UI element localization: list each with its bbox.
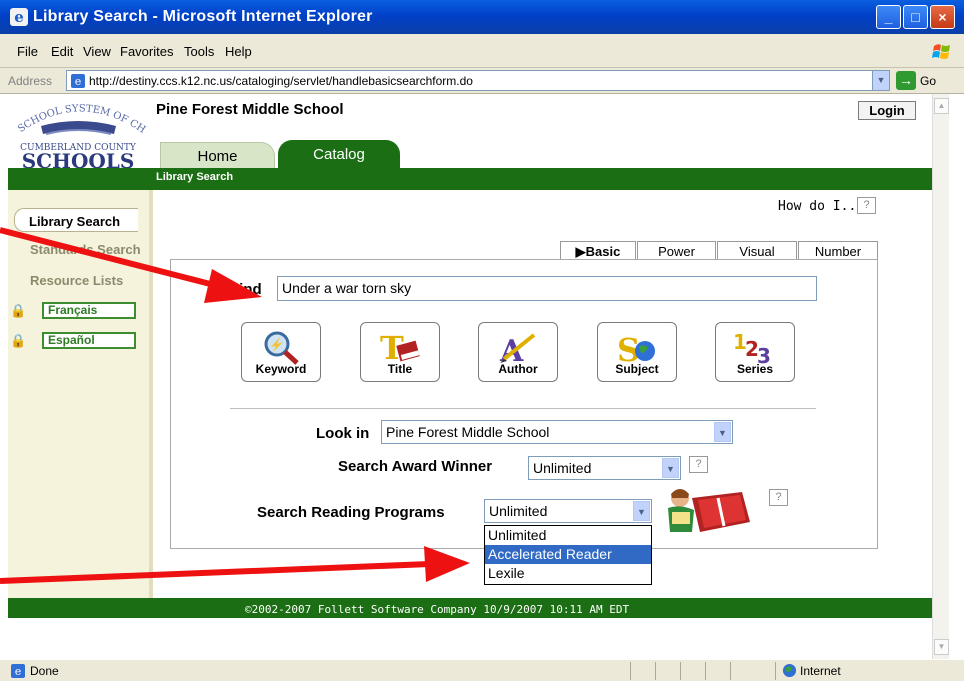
help-button[interactable]: ? [857,197,876,214]
menu-favorites[interactable]: Favorites [120,44,173,59]
tab-number[interactable]: Number [798,241,878,261]
windows-logo-icon [932,44,950,59]
option-lexile[interactable]: Lexile [485,564,651,583]
scroll-down-icon[interactable]: ▼ [934,639,949,655]
author-button[interactable]: A Author [478,322,558,382]
divider [230,408,816,409]
tab-catalog[interactable]: Catalog [278,140,400,171]
internet-globe-icon [782,663,797,678]
option-accelerated-reader[interactable]: Accelerated Reader [485,545,651,564]
menu-view[interactable]: View [83,44,111,59]
look-in-select[interactable]: Pine Forest Middle School ▼ [381,420,733,444]
title-book-icon: T [380,329,420,365]
subject-button[interactable]: S Subject [597,322,677,382]
reading-programs-value: Unlimited [489,503,548,519]
ie-icon: e [10,8,28,26]
security-zone-label: Internet [800,664,841,678]
page-icon: e [71,74,85,88]
chevron-down-icon: ▼ [714,422,731,442]
breadcrumb-library-search[interactable]: Library Search [156,171,233,183]
sub-nav-bar [8,168,946,190]
award-winner-value: Unlimited [533,460,592,476]
language-espanol-button[interactable]: Español [42,332,136,349]
language-francais-button[interactable]: Français [42,302,136,319]
lock-icon: 🔒 [10,303,27,318]
go-button[interactable]: Go [920,74,936,88]
lock-icon: 🔒 [10,333,27,348]
magnifier-icon [264,331,299,365]
footer-text: ©2002-2007 Follett Software Company 10/9… [245,603,630,616]
find-input[interactable]: Under a war torn sky [277,276,817,301]
look-in-label: Look in [316,425,370,442]
award-winner-label: Search Award Winner [338,458,493,475]
school-name: Pine Forest Middle School [156,101,344,118]
menu-tools[interactable]: Tools [184,44,214,59]
svg-text:e: e [75,75,82,88]
reading-child-icon [668,489,750,532]
series-button[interactable]: 1 2 3 Series [715,322,795,382]
sidebar-item-standards-search[interactable]: Standards Search [30,242,141,257]
title-label: Title [387,362,413,376]
keyword-button[interactable]: Keyword [241,322,321,382]
window-title-bar[interactable]: e Library Search - Microsoft Internet Ex… [0,0,964,34]
tab-power[interactable]: Power [637,241,716,261]
menu-bar: File Edit View Favorites Tools Help [0,34,964,68]
author-label: Author [498,362,538,376]
address-input[interactable]: e http://destiny.ccs.k12.nc.us/catalogin… [66,70,890,91]
status-separator [730,662,731,680]
chevron-down-icon: ▼ [633,501,650,521]
keyword-label: Keyword [255,362,307,376]
minimize-button[interactable]: _ [876,5,901,29]
page-done-icon: e [11,664,25,678]
award-help-button[interactable]: ? [689,456,708,473]
subject-globe-icon: S [617,331,655,365]
menu-file[interactable]: File [17,44,38,59]
title-button[interactable]: T Title [360,322,440,382]
cumberland-schools-logo: SCHOOL SYSTEM OF CHOICE CUMBERLAND COUNT… [6,96,148,173]
tab-home[interactable]: Home [160,142,275,171]
author-pen-icon: A [499,333,536,365]
status-text: Done [30,664,59,678]
address-label: Address [8,74,53,88]
login-button[interactable]: Login [858,101,916,120]
maximize-button[interactable]: □ [903,5,928,29]
tab-visual[interactable]: Visual [717,241,797,261]
reading-help-button[interactable]: ? [769,489,788,506]
window-title: Library Search - Microsoft Internet Expl… [33,8,373,25]
menu-edit[interactable]: Edit [51,44,73,59]
chevron-down-icon: ▼ [662,458,679,478]
award-winner-select[interactable]: Unlimited ▼ [528,456,681,480]
reading-programs-label: Search Reading Programs [257,504,445,521]
scroll-up-icon[interactable]: ▲ [934,98,949,114]
status-separator [705,662,706,680]
sidebar-item-library-search[interactable]: Library Search [14,208,138,232]
go-arrow-icon[interactable]: → [896,71,916,90]
reading-programs-dropdown: Unlimited Accelerated Reader Lexile [484,525,652,585]
status-bar: e Done Internet [0,659,964,681]
address-bar: Address e http://destiny.ccs.k12.nc.us/c… [0,68,964,94]
subject-label: Subject [615,362,659,376]
address-dropdown-icon[interactable]: ▼ [872,71,889,90]
svg-text:e: e [15,665,22,678]
sidebar-item-resource-lists[interactable]: Resource Lists [30,273,123,288]
series-numbers-icon: 1 2 3 [733,330,771,365]
status-separator [655,662,656,680]
series-label: Series [736,362,774,376]
tab-basic[interactable]: ▶Basic [560,241,636,261]
find-label: Find [230,281,262,298]
menu-help[interactable]: Help [225,44,252,59]
close-button[interactable]: × [930,5,955,29]
status-separator [775,662,776,680]
how-do-i-link[interactable]: How do I... [778,199,864,214]
look-in-value: Pine Forest Middle School [386,424,550,440]
status-separator [630,662,631,680]
status-separator [680,662,681,680]
option-unlimited[interactable]: Unlimited [485,526,651,545]
address-url: http://destiny.ccs.k12.nc.us/cataloging/… [89,74,473,88]
reading-programs-select[interactable]: Unlimited ▼ [484,499,652,523]
vertical-scrollbar[interactable]: ▲ ▼ [932,94,949,659]
